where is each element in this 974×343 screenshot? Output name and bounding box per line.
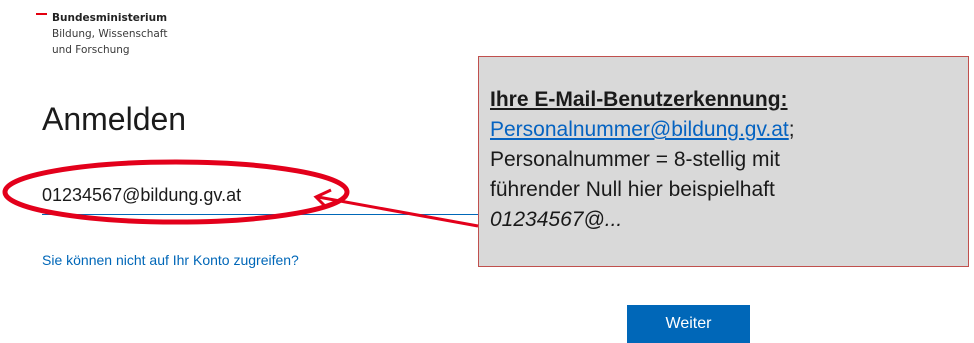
callout-line-4: 01234567@...	[490, 208, 623, 231]
callout-heading: Ihre E-Mail-Benutzerkennung:	[490, 88, 788, 111]
logo-text: Bundesministerium Bildung, Wissenschaft …	[52, 10, 292, 58]
callout-link-suffix: ;	[788, 118, 795, 141]
page-title: Anmelden	[42, 101, 187, 137]
annotation-callout: Ihre E-Mail-Benutzerkennung: Personalnum…	[478, 56, 969, 267]
logo-line-1: Bundesministerium	[52, 12, 168, 24]
callout-line-3: führender Null hier beispielhaft	[490, 178, 775, 201]
logo-line-3: und Forschung	[52, 44, 130, 56]
logo-line-2: Bildung, Wissenschaft	[52, 28, 168, 40]
callout-email-link: Personalnummer@bildung.gv.at	[490, 118, 789, 141]
callout-line-1: Personalnummer@bildung.gv.at;	[490, 115, 954, 145]
callout-line-2: Personalnummer = 8-stellig mit	[490, 148, 781, 171]
next-button[interactable]: Weiter	[627, 305, 750, 343]
austria-flag-icon	[36, 13, 47, 20]
cant-access-account-link[interactable]: Sie können nicht auf Ihr Konto zugreifen…	[42, 252, 299, 268]
